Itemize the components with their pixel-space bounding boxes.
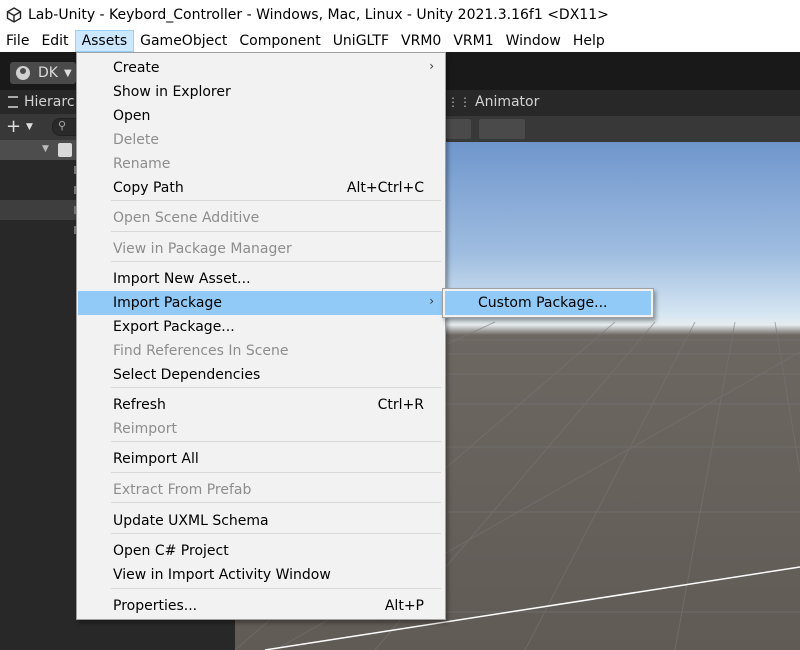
menu-item-update-uxml-schema[interactable]: Update UXML Schema bbox=[78, 509, 444, 533]
title-bar: Lab-Unity - Keybord_Controller - Windows… bbox=[0, 0, 800, 30]
menu-item-label: Delete bbox=[113, 132, 159, 148]
menu-item-label: Create bbox=[113, 60, 160, 76]
menu-separator bbox=[111, 533, 441, 534]
menu-assets[interactable]: Assets bbox=[74, 30, 135, 52]
tool-dropdown-button[interactable] bbox=[445, 119, 471, 139]
menu-item-import-package[interactable]: Import Package › bbox=[78, 291, 444, 315]
account-label: DK bbox=[38, 65, 58, 81]
menu-item-create[interactable]: Create › bbox=[78, 56, 444, 80]
menu-separator bbox=[111, 502, 441, 503]
menu-bar: File Edit Assets GameObject Component Un… bbox=[0, 30, 800, 52]
menu-item-label: Import New Asset... bbox=[113, 271, 251, 287]
menu-item-open[interactable]: Open bbox=[78, 104, 444, 128]
menu-item-import-new-asset[interactable]: Import New Asset... bbox=[78, 267, 444, 291]
assets-dropdown-menu: Create › Show in Explorer Open Delete Rename C… bbox=[76, 52, 446, 620]
add-icon[interactable]: + bbox=[6, 116, 21, 137]
menu-item-show-in-explorer[interactable]: Show in Explorer bbox=[78, 80, 444, 104]
chevron-down-icon: ▼ bbox=[63, 67, 72, 79]
menu-item-label: Open C# Project bbox=[113, 543, 229, 559]
menu-window[interactable]: Window bbox=[500, 30, 567, 52]
tab-animator-label: Animator bbox=[475, 94, 540, 110]
menu-item-label: Custom Package... bbox=[478, 295, 608, 311]
menu-item-open-scene-additive: Open Scene Additive bbox=[78, 206, 444, 230]
menu-item-label: Reimport bbox=[113, 421, 177, 437]
menu-item-reimport: Reimport bbox=[78, 417, 444, 441]
menu-item-view-in-package-manager: View in Package Manager bbox=[78, 237, 444, 261]
chevron-down-icon[interactable]: ▼ bbox=[26, 122, 33, 132]
menu-edit[interactable]: Edit bbox=[35, 30, 74, 52]
menu-item-shortcut: Ctrl+R bbox=[377, 397, 424, 413]
tab-hierarchy-label: Hierarc bbox=[24, 94, 75, 110]
account-icon bbox=[16, 66, 30, 80]
menu-item-label: Open bbox=[113, 108, 151, 124]
menu-vrm0[interactable]: VRM0 bbox=[395, 30, 447, 52]
menu-item-label: Show in Explorer bbox=[113, 84, 231, 100]
menu-item-label: Open Scene Additive bbox=[113, 210, 260, 226]
import-package-submenu: Custom Package... bbox=[442, 288, 654, 318]
unity-scene-icon bbox=[58, 143, 72, 157]
menu-item-label: Copy Path bbox=[113, 180, 184, 196]
menu-item-rename: Rename bbox=[78, 152, 444, 176]
expand-arrow-icon[interactable]: ▼ bbox=[42, 144, 49, 154]
menu-item-label: Update UXML Schema bbox=[113, 513, 269, 529]
menu-vrm1[interactable]: VRM1 bbox=[447, 30, 499, 52]
window-title: Lab-Unity - Keybord_Controller - Windows… bbox=[28, 7, 609, 23]
menu-item-find-references-in-scene: Find References In Scene bbox=[78, 339, 444, 363]
menu-item-label: Export Package... bbox=[113, 319, 235, 335]
menu-separator bbox=[111, 231, 441, 232]
menu-item-delete: Delete bbox=[78, 128, 444, 152]
audio-visualizer-icon[interactable] bbox=[479, 119, 525, 139]
tab-hierarchy[interactable]: Hierarc bbox=[8, 94, 75, 110]
menu-separator bbox=[111, 472, 441, 473]
menu-item-copy-path[interactable]: Copy Path Alt+Ctrl+C bbox=[78, 176, 444, 200]
menu-item-view-in-import-activity-window[interactable]: View in Import Activity Window bbox=[78, 563, 444, 587]
menu-item-select-dependencies[interactable]: Select Dependencies bbox=[78, 363, 444, 387]
tab-animator[interactable]: ⋮⋮ Animator bbox=[447, 94, 539, 110]
menu-item-label: Rename bbox=[113, 156, 171, 172]
menu-separator bbox=[111, 387, 441, 388]
menu-item-open-c-project[interactable]: Open C# Project bbox=[78, 539, 444, 563]
menu-item-shortcut: Alt+Ctrl+C bbox=[346, 180, 424, 196]
animator-icon: ⋮⋮ bbox=[447, 95, 471, 109]
menu-item-shortcut: Alt+P bbox=[384, 598, 424, 614]
menu-item-label: Find References In Scene bbox=[113, 343, 289, 359]
menu-item-refresh[interactable]: Refresh Ctrl+R bbox=[78, 393, 444, 417]
chevron-right-icon: › bbox=[429, 59, 434, 73]
menu-item-label: Import Package bbox=[113, 295, 222, 311]
menu-component[interactable]: Component bbox=[233, 30, 326, 52]
menu-item-label: Properties... bbox=[113, 598, 198, 614]
menu-item-label: View in Package Manager bbox=[113, 241, 292, 257]
menu-item-custom-package[interactable]: Custom Package... bbox=[445, 291, 651, 315]
menu-item-export-package[interactable]: Export Package... bbox=[78, 315, 444, 339]
menu-item-label: Reimport All bbox=[113, 451, 199, 467]
menu-separator bbox=[111, 441, 441, 442]
account-button[interactable]: DK ▼ bbox=[10, 62, 76, 84]
menu-item-label: Refresh bbox=[113, 397, 166, 413]
menu-item-reimport-all[interactable]: Reimport All bbox=[78, 447, 444, 471]
chevron-right-icon: › bbox=[429, 294, 434, 308]
menu-item-properties[interactable]: Properties... Alt+P bbox=[78, 594, 444, 618]
menu-item-extract-from-prefab: Extract From Prefab bbox=[78, 478, 444, 502]
unity-logo-icon bbox=[6, 7, 22, 23]
menu-separator bbox=[111, 200, 441, 201]
search-icon: ⚲ bbox=[58, 119, 67, 132]
menu-item-label: Extract From Prefab bbox=[113, 482, 252, 498]
list-icon bbox=[8, 96, 18, 108]
menu-help[interactable]: Help bbox=[567, 30, 611, 52]
menu-gameobject[interactable]: GameObject bbox=[134, 30, 233, 52]
menu-item-label: View in Import Activity Window bbox=[113, 567, 331, 583]
menu-unigltf[interactable]: UniGLTF bbox=[327, 30, 395, 52]
menu-separator bbox=[111, 261, 441, 262]
menu-separator bbox=[111, 588, 441, 589]
menu-item-label: Select Dependencies bbox=[113, 367, 261, 383]
menu-file[interactable]: File bbox=[0, 30, 35, 52]
